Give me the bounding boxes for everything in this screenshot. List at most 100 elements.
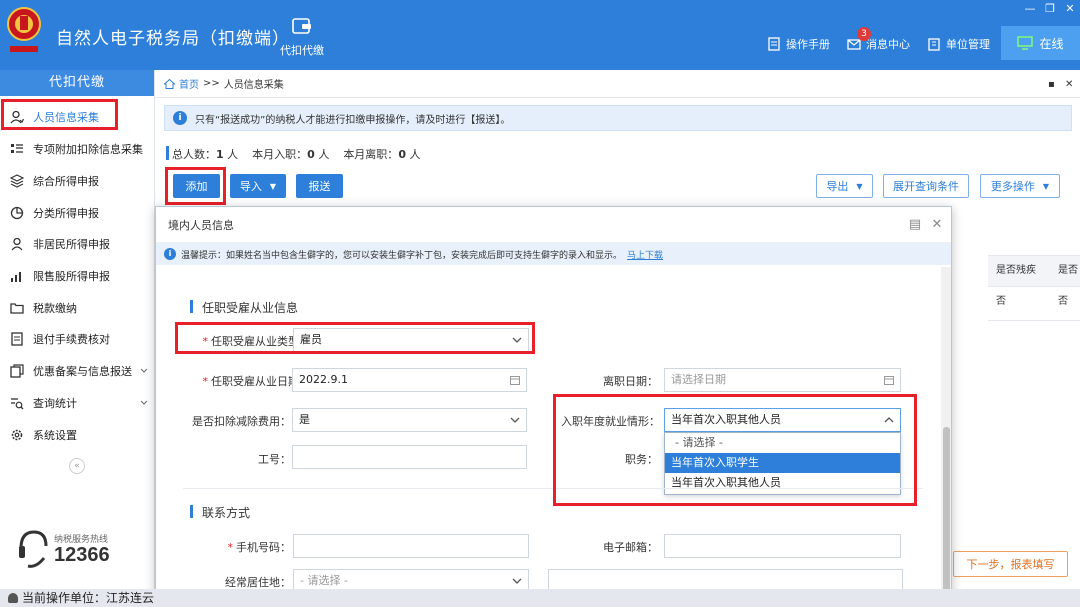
employment-type-label: * 任职受雇从业类型：	[202, 335, 311, 348]
tab-maximize-icon[interactable]: ▪	[1048, 79, 1058, 90]
download-link[interactable]: 马上下载	[627, 248, 663, 261]
sidebar-item-special-deduction[interactable]: 专项附加扣除信息采集	[0, 137, 155, 161]
search-list-icon	[11, 398, 24, 410]
column-header: 是否残疾	[996, 265, 1036, 276]
table-cell: 否	[1058, 296, 1068, 307]
deduct-fee-select[interactable]: 是	[292, 408, 527, 432]
stat-total: 总人数：1 人	[172, 148, 239, 161]
manual-link[interactable]: 操作手册	[767, 36, 830, 52]
tax-emblem-logo	[7, 7, 41, 52]
phone-input[interactable]	[293, 534, 529, 558]
submit-report-button[interactable]: 报送	[296, 174, 343, 198]
sidebar-item-label: 限售股所得申报	[33, 270, 110, 283]
person-icon	[10, 110, 24, 124]
personnel-stats: 总人数：1 人 本月入职：0 人 本月离职：0 人	[166, 146, 421, 162]
expand-query-button[interactable]: 展开查询条件	[883, 174, 969, 198]
home-icon	[164, 78, 175, 89]
hotline: 纳税服务热线 12366	[16, 528, 146, 572]
job-no-input[interactable]	[292, 445, 527, 469]
table-row[interactable]: 否 否	[988, 287, 1080, 321]
sidebar-item-personnel-info[interactable]: 人员信息采集	[0, 105, 155, 129]
section-divider	[183, 488, 923, 489]
next-step-button[interactable]: 下一步，报表填写	[953, 551, 1068, 577]
employment-date-label: * 任职受雇从业日期：	[202, 375, 311, 388]
notice-text: 只有“报送成功”的纳税人才能进行扣缴申报操作，请及时进行【报送】。	[195, 114, 511, 126]
personnel-info-dialog: 境内人员信息 ▤ ✕ i 温馨提示：如果姓名当中包含生僻字的，您可以安装生僻字补…	[155, 206, 952, 607]
employment-type-select[interactable]: 雇员	[293, 328, 529, 352]
restore-icon[interactable]: ❐	[1042, 2, 1058, 15]
sidebar-item-tax-payment[interactable]: 税款缴纳	[0, 296, 155, 320]
leave-date-input[interactable]: 请选择日期	[664, 368, 901, 392]
sidebar-item-preferential-filing[interactable]: 优惠备案与信息报送	[0, 359, 155, 383]
chevron-down-icon	[512, 337, 522, 343]
add-button[interactable]: 添加	[173, 174, 220, 198]
info-icon: i	[164, 248, 176, 260]
pie-icon	[10, 206, 24, 220]
dropdown-option[interactable]: 当年首次入职其他人员	[665, 473, 900, 493]
docs-icon	[10, 364, 24, 378]
residence-label: 经常居住地：	[225, 576, 291, 589]
sidebar-item-system-settings[interactable]: 系统设置	[0, 423, 155, 447]
first-year-label: 入职年度就业情形：	[561, 415, 660, 428]
chevron-down-icon	[510, 417, 520, 423]
export-button[interactable]: 导出 ▼	[816, 174, 873, 198]
wallet-icon	[292, 18, 311, 34]
sidebar-item-classified-income[interactable]: 分类所得申报	[0, 201, 155, 225]
leave-date-label: 离职日期：	[603, 375, 658, 388]
dropdown-option[interactable]: - 请选择 -	[665, 433, 900, 453]
breadcrumb-current: 人员信息采集	[223, 80, 284, 91]
import-button[interactable]: 导入 ▼	[230, 174, 286, 198]
email-input[interactable]	[664, 534, 901, 558]
chevron-down-icon: ▼	[856, 181, 863, 191]
sidebar-item-restricted-shares[interactable]: 限售股所得申报	[0, 264, 155, 288]
tab-close-icon[interactable]: ✕	[1065, 79, 1075, 90]
sidebar-item-comprehensive-income[interactable]: 综合所得申报	[0, 169, 155, 193]
unit-management-link[interactable]: 单位管理	[927, 36, 990, 52]
employment-date-input[interactable]: 2022.9.1	[292, 368, 527, 392]
online-status[interactable]: 在线	[1001, 26, 1080, 60]
scrollbar-thumb[interactable]	[943, 427, 950, 606]
deduct-fee-label: 是否扣除减除费用：	[192, 415, 291, 428]
manual-icon	[768, 37, 780, 51]
more-ops-button[interactable]: 更多操作 ▼	[980, 174, 1060, 198]
dialog-close-icon[interactable]: ✕	[930, 218, 944, 232]
hotline-number: 12366	[54, 544, 110, 566]
message-count-badge: 3	[857, 27, 871, 41]
online-status-label: 在线	[1039, 36, 1064, 51]
breadcrumb: 首页 >> 人员信息采集	[155, 70, 1080, 98]
headset-icon	[19, 530, 48, 568]
section-employment-title: 任职受雇从业信息	[189, 300, 299, 315]
sidebar-item-nonresident-income[interactable]: 非居民所得申报	[0, 232, 155, 256]
sidebar-item-label: 非居民所得申报	[33, 238, 110, 251]
bar-chart-icon	[11, 272, 21, 282]
job-no-label: 工号：	[258, 453, 291, 466]
sidebar-item-label: 优惠备案与信息报送	[33, 365, 132, 378]
status-bar: 当前操作单位：江苏连云	[0, 589, 1080, 607]
tip-banner: i 温馨提示：如果姓名当中包含生僻字的，您可以安装生僻字补丁包，安装完成后即可支…	[156, 243, 951, 265]
sidebar-item-refund-fee[interactable]: 退付手续费核对	[0, 327, 155, 351]
top-nav-withholding[interactable]: 代扣代缴	[276, 16, 328, 58]
stat-joined: 本月入职：0 人	[252, 148, 330, 161]
status-text: 当前操作单位：江苏连云	[22, 591, 155, 605]
app-header: 自然人电子税务局（扣缴端） 代扣代缴 操作手册 3 消息中心 单位管理 在线 —…	[0, 0, 1080, 70]
first-year-select[interactable]: 当年首次入职其他人员	[664, 408, 901, 432]
sidebar-item-label: 人员信息采集	[33, 111, 99, 124]
collapse-sidebar-icon[interactable]: «	[69, 458, 85, 474]
close-window-icon[interactable]: ✕	[1062, 2, 1078, 15]
chevron-down-icon: ▼	[269, 181, 277, 191]
sidebar-item-label: 系统设置	[33, 429, 77, 442]
position-label: 职务：	[625, 453, 658, 466]
sidebar-item-label: 退付手续费核对	[33, 333, 110, 346]
dialog-maximize-icon[interactable]: ▤	[908, 218, 922, 232]
breadcrumb-home[interactable]: 首页	[179, 76, 199, 91]
stat-left: 本月离职：0 人	[343, 148, 421, 161]
dropdown-option[interactable]: 当年首次入职学生	[665, 453, 900, 473]
sidebar-item-query-stats[interactable]: 查询统计	[0, 391, 155, 415]
message-center-link[interactable]: 3 消息中心	[847, 27, 910, 52]
dialog-scrollbar[interactable]	[941, 267, 951, 606]
minimize-icon[interactable]: —	[1022, 2, 1038, 15]
calendar-icon	[884, 376, 894, 385]
section-contact-title: 联系方式	[189, 505, 251, 520]
building-icon	[928, 38, 940, 51]
manual-link-label: 操作手册	[786, 38, 830, 51]
